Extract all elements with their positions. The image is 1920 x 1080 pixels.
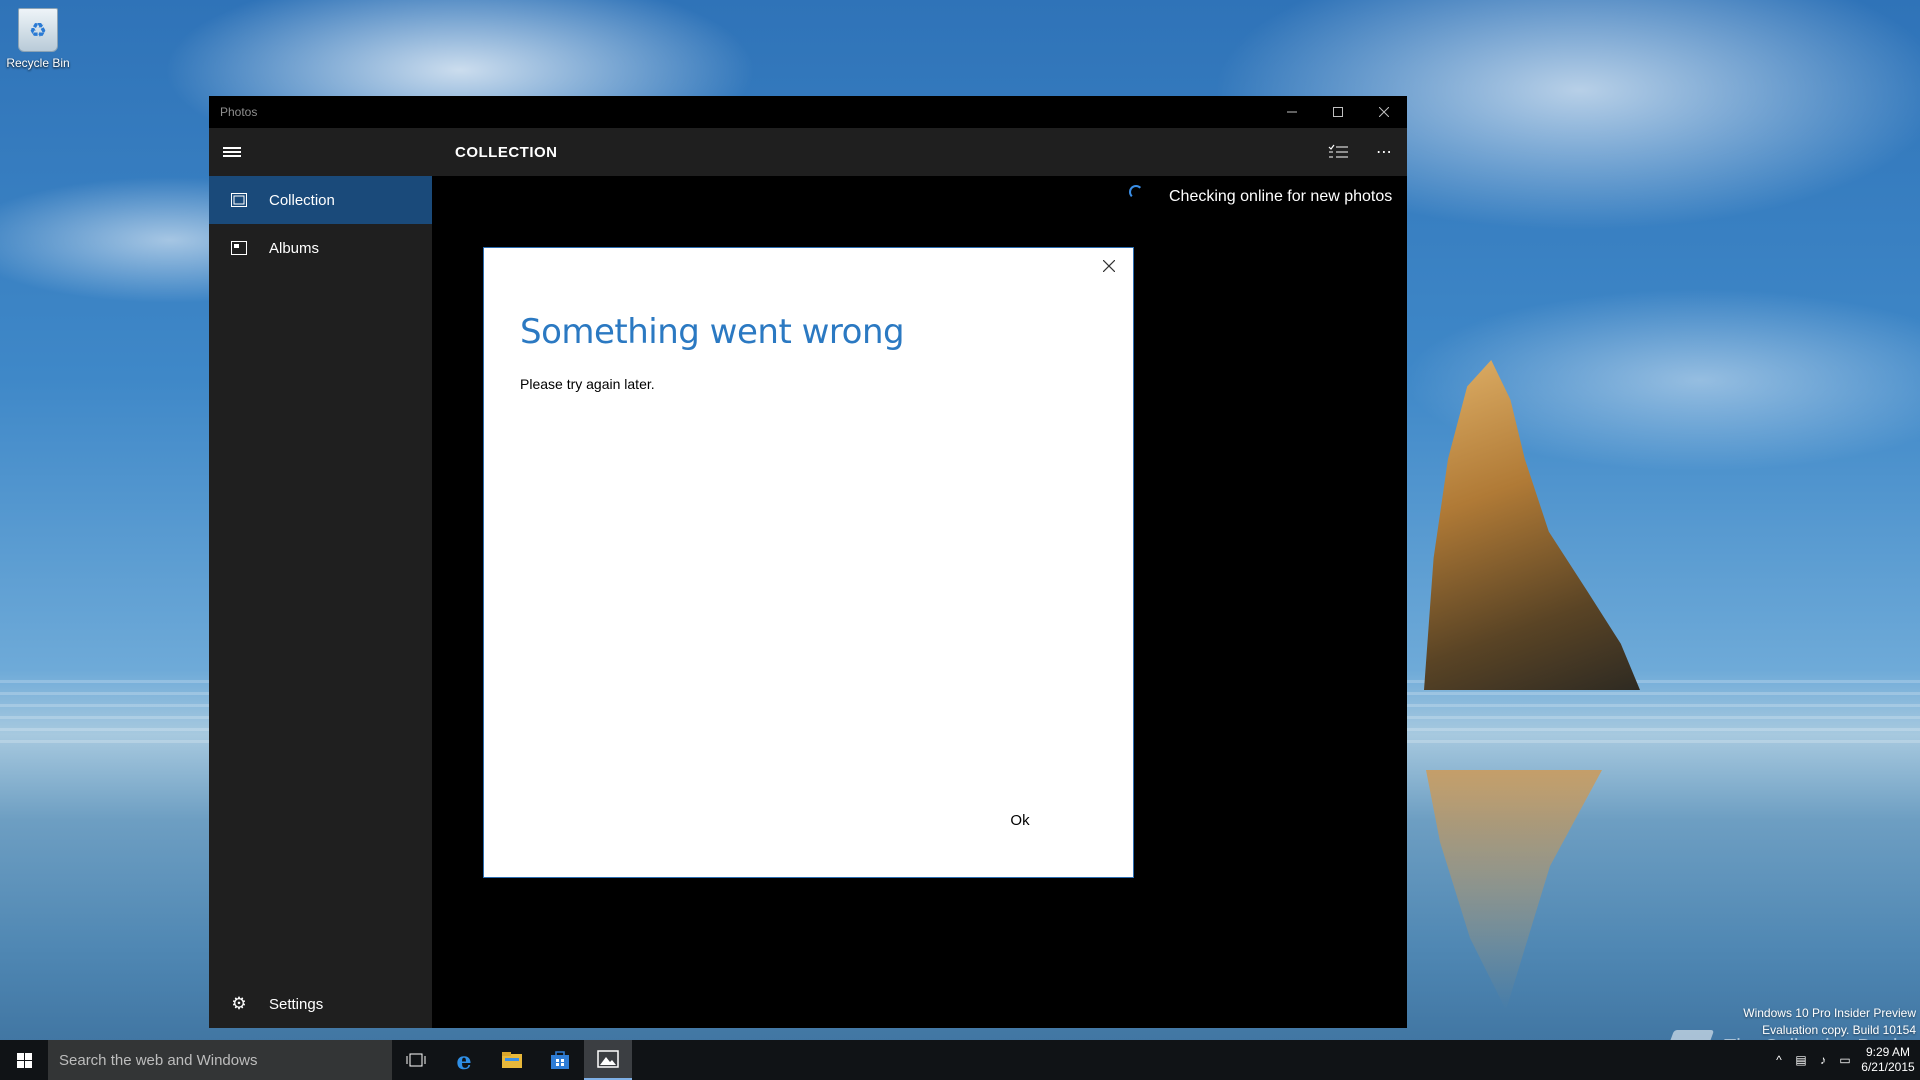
select-list-icon bbox=[1328, 144, 1348, 158]
sync-status: Checking online for new photos bbox=[1129, 185, 1393, 206]
more-options-icon: ⋯ bbox=[1376, 144, 1392, 161]
dialog-close-button[interactable] bbox=[1097, 254, 1121, 278]
close-button[interactable] bbox=[1361, 96, 1407, 128]
hamburger-icon bbox=[223, 145, 241, 159]
page-header: COLLECTION ⋯ bbox=[432, 128, 1407, 176]
sidebar: Collection Albums ⚙ Settings bbox=[209, 128, 432, 1028]
gear-icon: ⚙ bbox=[231, 994, 247, 1013]
recycle-bin-icon: ♻ bbox=[18, 8, 58, 52]
store-button[interactable] bbox=[536, 1040, 584, 1080]
window-title: Photos bbox=[220, 105, 258, 119]
close-icon bbox=[1379, 107, 1389, 117]
spinner-icon bbox=[1129, 185, 1143, 199]
page-title: COLLECTION bbox=[455, 143, 558, 161]
sidebar-item-label: Settings bbox=[269, 995, 324, 1013]
desktop-icon-label: Recycle Bin bbox=[6, 56, 70, 70]
store-icon bbox=[551, 1051, 569, 1069]
ok-button[interactable]: Ok bbox=[960, 803, 1080, 837]
sidebar-item-settings[interactable]: ⚙ Settings bbox=[209, 980, 432, 1028]
title-bar[interactable]: Photos bbox=[209, 96, 1407, 128]
start-button[interactable] bbox=[0, 1040, 48, 1080]
dialog-title: Something went wrong bbox=[520, 312, 905, 352]
close-icon bbox=[1103, 260, 1115, 272]
file-explorer-icon bbox=[502, 1052, 522, 1068]
watermark-line-1: Windows 10 Pro Insider Preview bbox=[1743, 1006, 1916, 1020]
clock-date: 6/21/2015 bbox=[1861, 1060, 1915, 1074]
status-text: Checking online for new photos bbox=[1169, 188, 1393, 205]
windows-logo-icon bbox=[16, 1052, 32, 1068]
show-hidden-icons-button[interactable]: ^ bbox=[1768, 1053, 1790, 1067]
sidebar-item-label: Collection bbox=[269, 191, 335, 209]
minimize-button[interactable] bbox=[1269, 96, 1315, 128]
maximize-icon bbox=[1333, 107, 1343, 117]
sidebar-item-collection[interactable]: Collection bbox=[209, 176, 432, 224]
maximize-button[interactable] bbox=[1315, 96, 1361, 128]
minimize-icon bbox=[1287, 111, 1297, 113]
collection-icon bbox=[231, 193, 247, 207]
sidebar-item-albums[interactable]: Albums bbox=[209, 224, 432, 272]
albums-icon bbox=[231, 241, 247, 255]
wallpaper-reflection bbox=[1426, 770, 1602, 1010]
file-explorer-button[interactable] bbox=[488, 1040, 536, 1080]
clock-time: 9:29 AM bbox=[1865, 1045, 1911, 1059]
hamburger-button[interactable] bbox=[209, 128, 432, 176]
edge-button[interactable]: e bbox=[440, 1040, 488, 1080]
task-view-button[interactable] bbox=[392, 1040, 440, 1080]
desktop-icon-recycle-bin[interactable]: ♻ Recycle Bin bbox=[6, 8, 70, 70]
search-placeholder: Search the web and Windows bbox=[59, 1051, 258, 1069]
system-tray: ^ ▤ ♪ ▭ 9:29 AM 6/21/2015 bbox=[1768, 1040, 1920, 1080]
edge-icon: e bbox=[456, 1045, 472, 1075]
photos-taskbar-button[interactable] bbox=[584, 1040, 632, 1080]
volume-icon[interactable]: ♪ bbox=[1812, 1053, 1834, 1067]
action-center-icon[interactable]: ▭ bbox=[1834, 1053, 1856, 1067]
wallpaper-cliff bbox=[1424, 360, 1640, 690]
task-view-icon bbox=[406, 1053, 426, 1067]
more-options-button[interactable]: ⋯ bbox=[1361, 128, 1407, 176]
taskbar-search-box[interactable]: Search the web and Windows bbox=[48, 1040, 392, 1080]
taskbar: Search the web and Windows e ^ ▤ ♪ ▭ 9:2… bbox=[0, 1040, 1920, 1080]
error-dialog: Something went wrong Please try again la… bbox=[483, 247, 1134, 878]
photos-icon bbox=[597, 1050, 619, 1068]
sidebar-item-label: Albums bbox=[269, 239, 320, 257]
dialog-message: Please try again later. bbox=[520, 376, 655, 392]
taskbar-clock[interactable]: 9:29 AM 6/21/2015 bbox=[1856, 1045, 1920, 1075]
network-icon[interactable]: ▤ bbox=[1790, 1053, 1812, 1067]
select-button[interactable] bbox=[1315, 128, 1361, 176]
